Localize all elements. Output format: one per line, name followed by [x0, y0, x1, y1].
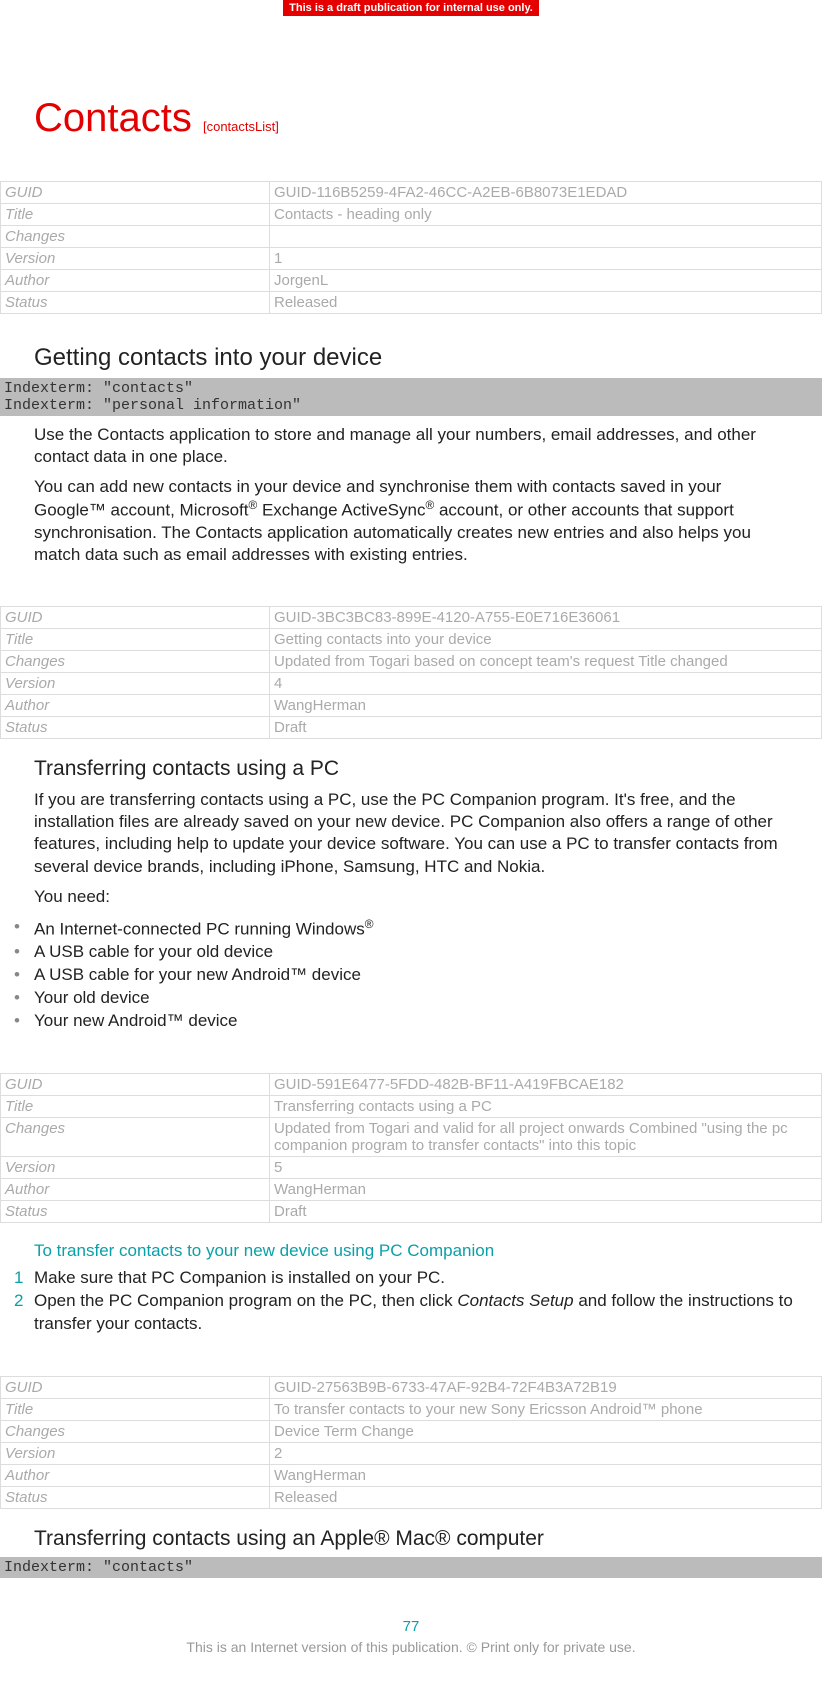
- list-item: A USB cable for your new Android™ device: [14, 964, 822, 987]
- meta-label: Version: [1, 673, 270, 695]
- indexterm-block: Indexterm: "contacts" Indexterm: "person…: [0, 378, 822, 416]
- meta-label: Author: [1, 695, 270, 717]
- step: Make sure that PC Companion is installed…: [14, 1267, 822, 1290]
- meta-value: Released: [270, 292, 822, 314]
- meta-value: Device Term Change: [270, 1420, 822, 1442]
- indexterm: Indexterm: "personal information": [4, 397, 818, 414]
- meta-value: Draft: [270, 717, 822, 739]
- text: Exchange ActiveSync: [257, 501, 425, 520]
- meta-label: Changes: [1, 651, 270, 673]
- steps-list: Make sure that PC Companion is installed…: [14, 1267, 822, 1336]
- meta-label: Changes: [1, 1420, 270, 1442]
- meta-value: Transferring contacts using a PC: [270, 1096, 822, 1118]
- meta-value: WangHerman: [270, 1464, 822, 1486]
- list-item: Your old device: [14, 987, 822, 1010]
- meta-table-1: GUIDGUID-116B5259-4FA2-46CC-A2EB-6B8073E…: [0, 181, 822, 314]
- list-item: A USB cable for your old device: [14, 941, 822, 964]
- meta-label: Author: [1, 270, 270, 292]
- section-heading-transfer-pc: Transferring contacts using a PC: [34, 757, 822, 781]
- procedure-heading: To transfer contacts to your new device …: [34, 1241, 822, 1261]
- meta-label: Version: [1, 1157, 270, 1179]
- step: Open the PC Companion program on the PC,…: [14, 1290, 822, 1336]
- meta-value: 4: [270, 673, 822, 695]
- meta-value: Updated from Togari and valid for all pr…: [270, 1118, 822, 1157]
- meta-label: Title: [1, 1398, 270, 1420]
- page-number: 77: [0, 1618, 822, 1635]
- meta-label: Status: [1, 292, 270, 314]
- meta-label: GUID: [1, 1376, 270, 1398]
- meta-label: Changes: [1, 1118, 270, 1157]
- meta-label: Status: [1, 1201, 270, 1223]
- meta-label: Title: [1, 1096, 270, 1118]
- registered-mark: ®: [425, 498, 434, 512]
- section-heading-transfer-mac: Transferring contacts using an Apple® Ma…: [34, 1527, 822, 1551]
- meta-label: Status: [1, 1486, 270, 1508]
- meta-label: GUID: [1, 607, 270, 629]
- footer-note: This is an Internet version of this publ…: [0, 1639, 822, 1655]
- title-id: [contactsList]: [203, 119, 279, 134]
- meta-table-2: GUIDGUID-3BC3BC83-899E-4120-A755-E0E716E…: [0, 606, 822, 739]
- meta-value: GUID-27563B9B-6733-47AF-92B4-72F4B3A72B1…: [270, 1376, 822, 1398]
- text: An Internet-connected PC running Windows: [34, 919, 365, 938]
- meta-value: 1: [270, 248, 822, 270]
- requirements-list: An Internet-connected PC running Windows…: [14, 916, 822, 1033]
- indexterm: Indexterm: "contacts": [4, 1559, 818, 1576]
- meta-value: Getting contacts into your device: [270, 629, 822, 651]
- meta-value: GUID-116B5259-4FA2-46CC-A2EB-6B8073E1EDA…: [270, 182, 822, 204]
- title-text: Contacts: [34, 96, 192, 140]
- meta-label: Status: [1, 717, 270, 739]
- meta-value: 5: [270, 1157, 822, 1179]
- meta-label: Changes: [1, 226, 270, 248]
- meta-table-4: GUIDGUID-27563B9B-6733-47AF-92B4-72F4B3A…: [0, 1376, 822, 1509]
- paragraph: If you are transferring contacts using a…: [34, 789, 788, 877]
- ui-reference: Contacts Setup: [457, 1291, 573, 1310]
- registered-mark: ®: [248, 498, 257, 512]
- page-content: Contacts [contactsList] GUIDGUID-116B525…: [0, 96, 822, 1675]
- meta-value: Draft: [270, 1201, 822, 1223]
- meta-value: Contacts - heading only: [270, 204, 822, 226]
- text: Open the PC Companion program on the PC,…: [34, 1291, 457, 1310]
- meta-value: To transfer contacts to your new Sony Er…: [270, 1398, 822, 1420]
- meta-label: GUID: [1, 182, 270, 204]
- list-item: An Internet-connected PC running Windows…: [14, 916, 822, 942]
- paragraph: Use the Contacts application to store an…: [34, 424, 788, 468]
- paragraph: You need:: [34, 886, 788, 908]
- meta-value: WangHerman: [270, 1179, 822, 1201]
- indexterm: Indexterm: "contacts": [4, 380, 818, 397]
- section-heading-getting-contacts: Getting contacts into your device: [34, 344, 822, 372]
- meta-value: 2: [270, 1442, 822, 1464]
- paragraph: You can add new contacts in your device …: [34, 476, 788, 566]
- meta-label: Author: [1, 1179, 270, 1201]
- draft-banner: This is a draft publication for internal…: [283, 0, 539, 16]
- meta-value: JorgenL: [270, 270, 822, 292]
- meta-table-3: GUIDGUID-591E6477-5FDD-482B-BF11-A419FBC…: [0, 1073, 822, 1223]
- list-item: Your new Android™ device: [14, 1010, 822, 1033]
- meta-value: GUID-591E6477-5FDD-482B-BF11-A419FBCAE18…: [270, 1074, 822, 1096]
- registered-mark: ®: [365, 917, 374, 931]
- meta-label: Author: [1, 1464, 270, 1486]
- meta-label: GUID: [1, 1074, 270, 1096]
- meta-label: Title: [1, 629, 270, 651]
- meta-value: [270, 226, 822, 248]
- indexterm-block: Indexterm: "contacts": [0, 1557, 822, 1578]
- meta-value: GUID-3BC3BC83-899E-4120-A755-E0E716E3606…: [270, 607, 822, 629]
- meta-label: Title: [1, 204, 270, 226]
- meta-value: Released: [270, 1486, 822, 1508]
- page-title: Contacts [contactsList]: [34, 96, 822, 141]
- meta-value: Updated from Togari based on concept tea…: [270, 651, 822, 673]
- meta-label: Version: [1, 248, 270, 270]
- meta-label: Version: [1, 1442, 270, 1464]
- meta-value: WangHerman: [270, 695, 822, 717]
